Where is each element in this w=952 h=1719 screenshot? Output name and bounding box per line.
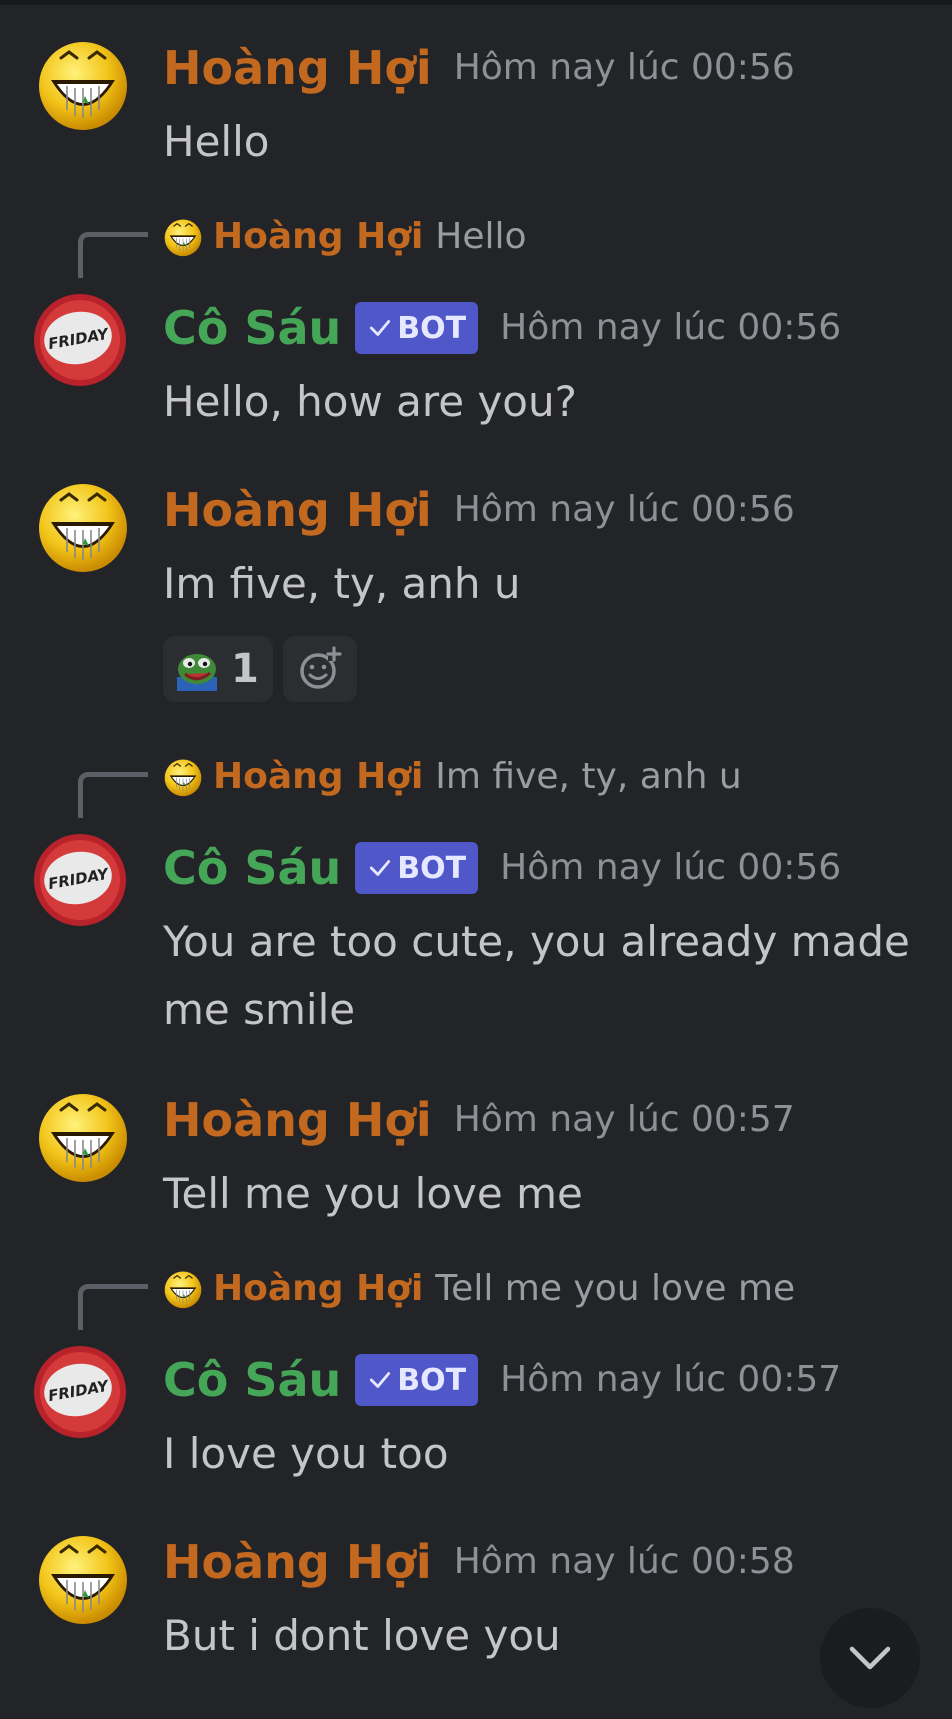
reaction-count: 1 xyxy=(231,646,259,692)
message-content: Hello xyxy=(163,117,270,166)
grinning-face-icon xyxy=(39,42,127,130)
timestamp: Hôm nay lúc 00:56 xyxy=(500,847,842,888)
avatar[interactable]: FRIDAY xyxy=(32,1344,128,1440)
checkmark-icon xyxy=(370,860,391,876)
friday-badge-icon: FRIDAY xyxy=(34,294,126,386)
pepe-emoji-icon xyxy=(177,654,217,691)
reply-text: Hello xyxy=(435,216,527,257)
username[interactable]: Hoàng Hợi xyxy=(163,482,432,538)
username[interactable]: Hoàng Hợi xyxy=(163,1092,432,1148)
message-header: Hoàng Hợi Hôm nay lúc 00:57 xyxy=(163,1092,795,1148)
avatar[interactable] xyxy=(35,1530,131,1626)
avatar[interactable] xyxy=(35,1088,131,1184)
timestamp: Hôm nay lúc 00:57 xyxy=(500,1359,842,1400)
grinning-face-icon xyxy=(164,1271,202,1308)
reply-username: Hoàng Hợi xyxy=(213,216,424,257)
bot-badge-label: BOT xyxy=(397,310,467,346)
checkmark-icon xyxy=(370,320,391,336)
add-reaction-button[interactable] xyxy=(283,636,357,702)
avatar[interactable]: FRIDAY xyxy=(32,832,128,928)
bot-badge: BOT xyxy=(355,302,479,354)
message-content: You are too cute, you already made me sm… xyxy=(163,917,910,1034)
reply-avatar xyxy=(163,757,203,797)
timestamp: Hôm nay lúc 00:56 xyxy=(453,47,795,88)
reactions: 1 xyxy=(163,636,357,702)
message-content: Im five, ty, anh u xyxy=(163,559,521,608)
username[interactable]: Cô Sáu xyxy=(163,300,341,356)
reply-avatar xyxy=(163,1269,203,1309)
avatar[interactable]: FRIDAY xyxy=(32,292,128,388)
timestamp: Hôm nay lúc 00:56 xyxy=(453,489,795,530)
add-reaction-icon xyxy=(300,646,342,689)
reply-connector xyxy=(78,232,148,278)
avatar[interactable] xyxy=(35,36,131,132)
bot-badge: BOT xyxy=(355,1354,479,1406)
reply-username: Hoàng Hợi xyxy=(213,756,424,797)
message-header: Cô Sáu BOT Hôm nay lúc 00:56 xyxy=(163,840,841,896)
chat-log[interactable]: Hoàng Hợi Hôm nay lúc 00:56 Hello Hoàng … xyxy=(0,0,952,1719)
message-header: Hoàng Hợi Hôm nay lúc 00:56 xyxy=(163,40,795,96)
message-header: Cô Sáu BOT Hôm nay lúc 00:57 xyxy=(163,1352,841,1408)
scroll-to-bottom-button[interactable] xyxy=(820,1608,920,1708)
friday-badge-icon: FRIDAY xyxy=(34,834,126,926)
friday-badge-icon: FRIDAY xyxy=(34,1346,126,1438)
message-header: Hoàng Hợi Hôm nay lúc 00:58 xyxy=(163,1534,795,1590)
chevron-down-icon xyxy=(849,1646,891,1670)
timestamp: Hôm nay lúc 00:56 xyxy=(500,307,842,348)
bot-badge-label: BOT xyxy=(397,1362,467,1398)
username[interactable]: Cô Sáu xyxy=(163,1352,341,1408)
reply-avatar xyxy=(163,217,203,257)
message-header: Hoàng Hợi Hôm nay lúc 00:56 xyxy=(163,482,795,538)
message-content: I love you too xyxy=(163,1429,449,1478)
message-content: Hello, how are you? xyxy=(163,377,577,426)
reply-text: Im five, ty, anh u xyxy=(435,756,742,797)
bot-badge-label: BOT xyxy=(397,850,467,886)
reply-text: Tell me you love me xyxy=(435,1268,796,1309)
bot-badge: BOT xyxy=(355,842,479,894)
reply-connector xyxy=(78,772,148,818)
reply-username: Hoàng Hợi xyxy=(213,1268,424,1309)
grinning-face-icon xyxy=(164,219,202,256)
grinning-face-icon xyxy=(39,484,127,572)
grinning-face-icon xyxy=(164,759,202,796)
timestamp: Hôm nay lúc 00:58 xyxy=(453,1541,795,1582)
checkmark-icon xyxy=(370,1372,391,1388)
message-content: But i dont love you xyxy=(163,1611,561,1660)
timestamp: Hôm nay lúc 00:57 xyxy=(453,1099,795,1140)
grinning-face-icon xyxy=(39,1536,127,1624)
reply-reference[interactable]: Hoàng Hợi Tell me you love me xyxy=(0,1266,952,1330)
username[interactable]: Hoàng Hợi xyxy=(163,1534,432,1590)
avatar[interactable] xyxy=(35,478,131,574)
message-content: Tell me you love me xyxy=(163,1169,583,1218)
username[interactable]: Cô Sáu xyxy=(163,840,341,896)
username[interactable]: Hoàng Hợi xyxy=(163,40,432,96)
reaction[interactable]: 1 xyxy=(163,636,273,702)
message-header: Cô Sáu BOT Hôm nay lúc 00:56 xyxy=(163,300,841,356)
grinning-face-icon xyxy=(39,1094,127,1182)
reply-reference[interactable]: Hoàng Hợi Hello xyxy=(0,214,952,278)
reply-connector xyxy=(78,1284,148,1330)
reply-reference[interactable]: Hoàng Hợi Im five, ty, anh u xyxy=(0,754,952,818)
